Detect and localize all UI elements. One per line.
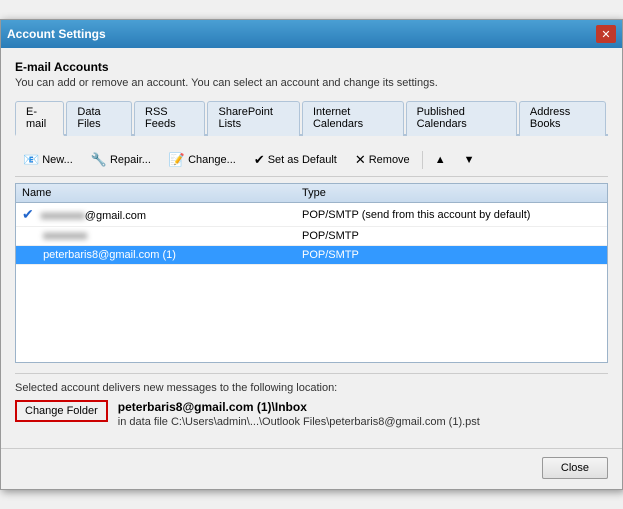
new-icon: 📧: [23, 152, 39, 168]
table-header: Name Type: [16, 184, 607, 203]
repair-icon: 🔧: [91, 152, 107, 168]
account-name-blurred: xxxxxxxx: [43, 230, 87, 242]
footer-description: Selected account delivers new messages t…: [15, 382, 608, 394]
tab-published-cal[interactable]: Published Calendars: [406, 101, 517, 136]
table-row[interactable]: xxxxxxxx POP/SMTP: [16, 227, 607, 246]
table-row[interactable]: ✔ xxxxxxxx@gmail.com POP/SMTP (send from…: [16, 203, 607, 227]
row-account-name: peterbaris8@gmail.com (1): [22, 249, 302, 261]
default-account-icon: ✔: [22, 206, 34, 222]
section-description: You can add or remove an account. You ca…: [15, 77, 608, 89]
new-button[interactable]: 📧 New...: [15, 148, 81, 172]
data-file-path: in data file C:\Users\admin\...\Outlook …: [118, 416, 480, 428]
row-account-type: POP/SMTP: [302, 249, 601, 261]
accounts-toolbar: 📧 New... 🔧 Repair... 📝 Change... ✔ Set a…: [15, 144, 608, 177]
toolbar-separator: [422, 151, 423, 169]
move-down-button[interactable]: ▼: [456, 150, 483, 170]
change-button[interactable]: 📝 Change...: [161, 148, 244, 172]
tab-bar: E-mail Data Files RSS Feeds SharePoint L…: [15, 99, 608, 136]
repair-button[interactable]: 🔧 Repair...: [83, 148, 159, 172]
column-header-type: Type: [302, 187, 601, 199]
row-account-type: POP/SMTP: [302, 230, 601, 242]
tab-data-files[interactable]: Data Files: [66, 101, 132, 136]
tab-internet-cal[interactable]: Internet Calendars: [302, 101, 404, 136]
down-arrow-icon: ▼: [464, 154, 475, 166]
tab-email[interactable]: E-mail: [15, 101, 64, 136]
up-arrow-icon: ▲: [435, 154, 446, 166]
row-account-name: ✔ xxxxxxxx@gmail.com: [22, 206, 302, 223]
account-settings-window: Account Settings ✕ E-mail Accounts You c…: [0, 19, 623, 490]
window-title: Account Settings: [7, 27, 106, 41]
table-row[interactable]: peterbaris8@gmail.com (1) POP/SMTP: [16, 246, 607, 265]
row-account-type: POP/SMTP (send from this account by defa…: [302, 209, 601, 221]
tab-sharepoint[interactable]: SharePoint Lists: [207, 101, 299, 136]
accounts-table: Name Type ✔ xxxxxxxx@gmail.com POP/SMTP …: [15, 183, 608, 363]
title-bar: Account Settings ✕: [1, 20, 622, 48]
checkmark-icon: ✔: [254, 152, 265, 168]
row-account-name: xxxxxxxx: [22, 230, 302, 242]
main-content: E-mail Accounts You can add or remove an…: [1, 48, 622, 440]
section-title: E-mail Accounts: [15, 60, 608, 74]
bottom-bar: Close: [1, 448, 622, 489]
change-folder-button[interactable]: Change Folder: [15, 400, 108, 422]
move-up-button[interactable]: ▲: [427, 150, 454, 170]
inbox-path: peterbaris8@gmail.com (1)\Inbox: [118, 400, 480, 414]
remove-button[interactable]: ✕ Remove: [347, 148, 418, 172]
close-button[interactable]: Close: [542, 457, 608, 479]
footer-section: Selected account delivers new messages t…: [15, 373, 608, 428]
footer-info: Change Folder peterbaris8@gmail.com (1)\…: [15, 400, 608, 428]
window-close-button[interactable]: ✕: [596, 25, 616, 43]
change-icon: 📝: [169, 152, 185, 168]
remove-icon: ✕: [355, 152, 366, 168]
set-default-button[interactable]: ✔ Set as Default: [246, 148, 345, 172]
tab-address-books[interactable]: Address Books: [519, 101, 606, 136]
account-name-blurred: xxxxxxxx: [41, 210, 85, 222]
tab-rss-feeds[interactable]: RSS Feeds: [134, 101, 205, 136]
folder-info: peterbaris8@gmail.com (1)\Inbox in data …: [118, 400, 480, 428]
column-header-name: Name: [22, 187, 302, 199]
